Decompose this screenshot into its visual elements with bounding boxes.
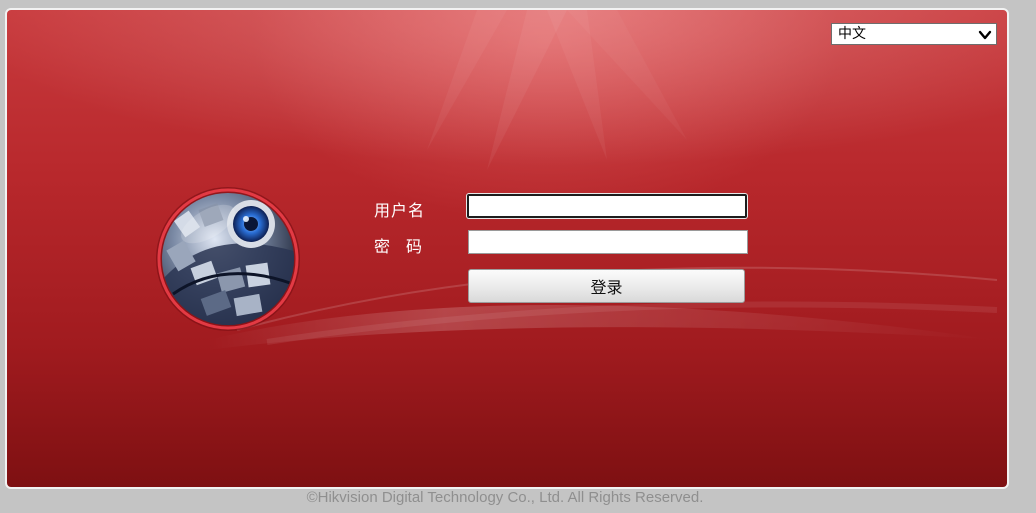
- password-label: 密 码: [374, 237, 423, 256]
- camera-globe-logo: [156, 187, 300, 331]
- login-panel: 中文 用户名 密 码 登录: [5, 8, 1009, 489]
- language-select-value: 中文: [838, 26, 866, 42]
- password-input[interactable]: [468, 230, 748, 254]
- login-page: 中文 用户名 密 码 登录 ©Hikvision Digital Technol…: [0, 0, 1036, 513]
- copyright-footer: ©Hikvision Digital Technology Co., Ltd. …: [306, 489, 704, 506]
- language-select[interactable]: 中文: [831, 23, 997, 45]
- username-input[interactable]: [467, 194, 747, 218]
- chevron-down-icon: [978, 30, 992, 40]
- login-button[interactable]: 登录: [468, 269, 745, 303]
- username-label: 用户名: [374, 201, 426, 220]
